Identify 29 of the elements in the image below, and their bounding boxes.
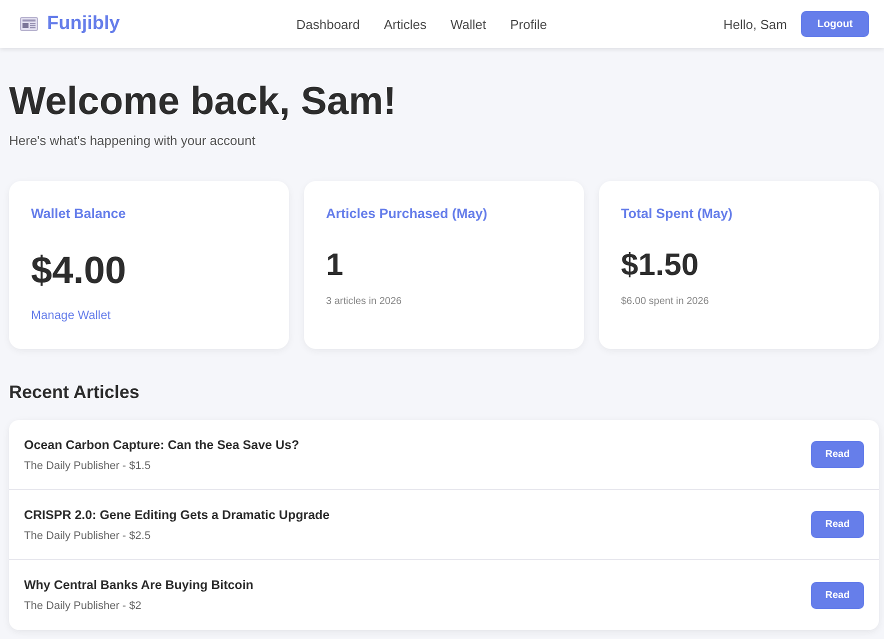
nav-link[interactable]: Profile — [510, 16, 547, 32]
newspaper-icon — [20, 17, 38, 31]
nav-link[interactable]: Articles — [384, 16, 426, 32]
article-meta: The Daily Publisher - $2 — [24, 599, 142, 613]
logout-button[interactable]: Logout — [800, 11, 869, 37]
article-meta: The Daily Publisher - $2.5 — [24, 528, 152, 542]
page-subtitle: Here's what's happening with your account — [9, 132, 256, 150]
page-title: Welcome back, Sam! — [9, 79, 398, 125]
stat-value: 1 — [326, 246, 344, 284]
stat-note: $6.00 spent in 2026 — [621, 296, 709, 307]
nav-link[interactable]: Dashboard — [296, 16, 360, 32]
stat-label: Articles Purchased (May) — [326, 206, 488, 222]
article-title: CRISPR 2.0: Gene Editing Gets a Dramatic Upgrade — [24, 506, 330, 522]
user-greeting: Hello, Sam — [723, 16, 787, 32]
manage-wallet-link[interactable]: Manage Wallet — [31, 308, 111, 322]
stat-label: Total Spent (May) — [621, 206, 733, 222]
read-button[interactable]: Read — [811, 582, 864, 608]
article-title: Why Central Banks Are Buying Bitcoin — [24, 577, 254, 593]
section-title: Recent Articles — [9, 381, 140, 404]
nav-link[interactable]: Wallet — [450, 16, 486, 32]
read-button[interactable]: Read — [811, 511, 864, 538]
read-button[interactable]: Read — [811, 441, 864, 468]
stat-note: 3 articles in 2026 — [326, 296, 402, 307]
article-title: Ocean Carbon Capture: Can the Sea Save Us? — [24, 436, 300, 452]
article-meta: The Daily Publisher - $1.5 — [24, 458, 152, 472]
stat-value: $4.00 — [31, 249, 126, 294]
stat-label: Wallet Balance — [31, 206, 126, 222]
brand-name[interactable]: Funjibly — [47, 13, 120, 35]
stat-value: $1.50 — [621, 246, 699, 284]
